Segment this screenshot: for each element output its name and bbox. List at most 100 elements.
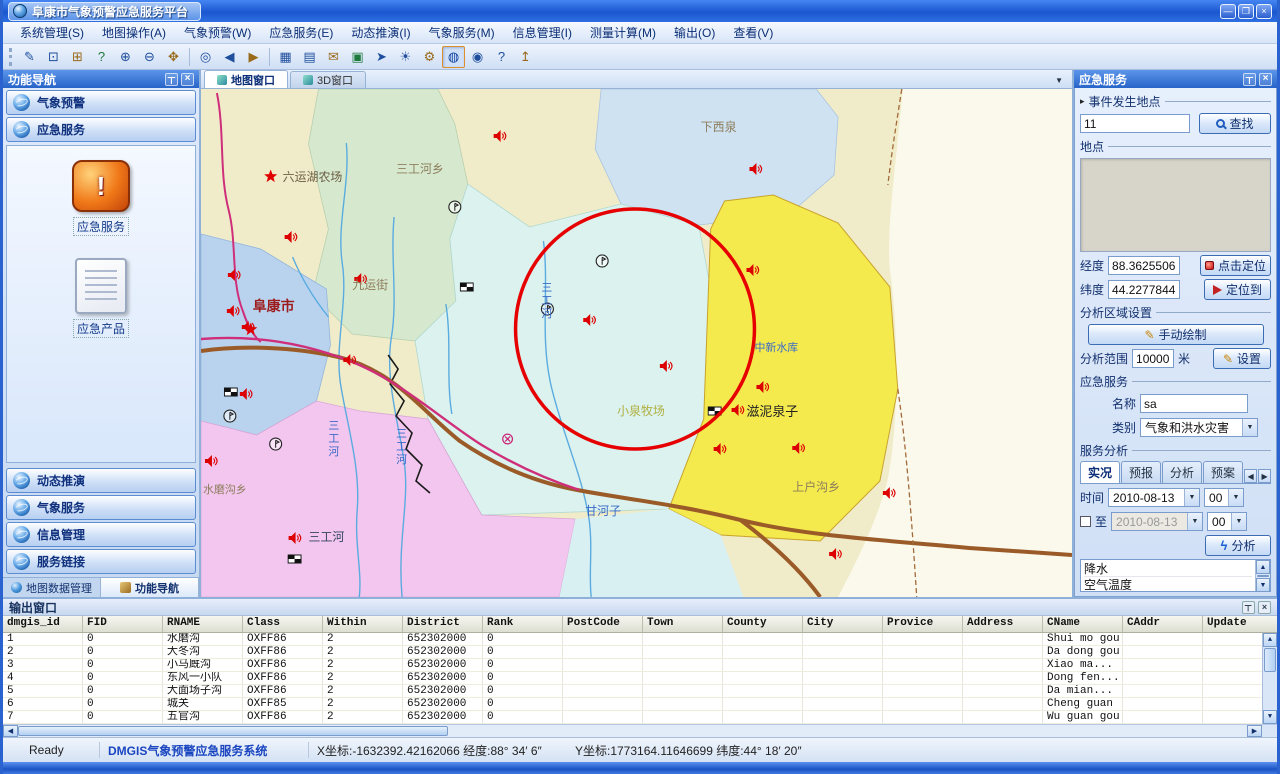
export-tool[interactable]: ↥ <box>514 46 537 68</box>
table-row[interactable]: 70五官沟OXFF8626523020000Wu guan gou <box>3 711 1277 724</box>
table-row[interactable]: 40东风一小队OXFF8626523020000Dong fen... <box>3 672 1277 685</box>
tab-analysis[interactable]: 分析 <box>1162 461 1202 483</box>
identify-tool[interactable]: ? <box>90 46 113 68</box>
table-row[interactable]: 60城关OXFF8526523020000Cheng guan <box>3 698 1277 711</box>
scroll-left-icon[interactable]: ◀ <box>3 725 18 737</box>
scroll-thumb[interactable] <box>1264 648 1276 672</box>
service-type-select[interactable]: 气象和洪水灾害 ▼ <box>1140 418 1258 437</box>
map-image-tool[interactable]: ▦ <box>274 46 297 68</box>
longitude-input[interactable] <box>1108 256 1180 275</box>
pin-icon[interactable]: ⊥ <box>165 73 178 86</box>
emergency-analysis-tool[interactable]: ◍ <box>442 46 465 68</box>
menu-weather-warning[interactable]: 气象预警(W) <box>175 22 260 43</box>
scroll-thumb[interactable] <box>18 726 448 736</box>
minimize-button[interactable]: — <box>1220 4 1236 19</box>
mail-tool[interactable]: ✉ <box>322 46 345 68</box>
menu-map-operations[interactable]: 地图操作(A) <box>93 22 175 43</box>
column-header[interactable]: Within <box>323 616 403 632</box>
tab-plan[interactable]: 预案 <box>1203 461 1243 483</box>
column-header[interactable]: Town <box>643 616 723 632</box>
nav-service-links[interactable]: 服务链接 <box>6 549 196 574</box>
scroll-up-icon[interactable]: ▲ <box>1256 560 1270 574</box>
time-date-picker[interactable]: 2010-08-13 ▼ <box>1108 488 1200 507</box>
event-location-input[interactable] <box>1080 114 1190 133</box>
weather-station-marker[interactable] <box>224 410 236 422</box>
launch-emergency-service[interactable]: !应急服务 <box>72 160 130 236</box>
to-hour-picker[interactable]: 00 ▼ <box>1207 512 1247 531</box>
label-tool[interactable]: ☀ <box>394 46 417 68</box>
to-checkbox[interactable] <box>1080 516 1091 527</box>
close-icon[interactable]: × <box>1259 73 1272 86</box>
column-header[interactable]: dmgis_id <box>3 616 83 632</box>
nav-weather-warning[interactable]: 气象预警 <box>6 90 196 115</box>
pin-icon[interactable]: ⊥ <box>1242 601 1255 614</box>
flag-marker[interactable] <box>460 283 473 291</box>
table-row[interactable]: 20大冬沟OXFF8626523020000Da dong gou <box>3 646 1277 659</box>
column-header[interactable]: CAddr <box>1123 616 1203 632</box>
locate-by-click-button[interactable]: 点击定位 <box>1200 255 1271 276</box>
table-row[interactable]: 10水磨沟OXFF8626523020000Shui mo gou <box>3 633 1277 646</box>
table-row[interactable]: 30小马厩沟OXFF8626523020000Xiao ma... <box>3 659 1277 672</box>
zoom-in-tool[interactable]: ⊕ <box>114 46 137 68</box>
settings-tool[interactable]: ⚙ <box>418 46 441 68</box>
close-button[interactable]: × <box>1256 4 1272 19</box>
column-header[interactable]: Provice <box>883 616 963 632</box>
nav-weather-service[interactable]: 气象服务 <box>6 495 196 520</box>
scroll-thumb[interactable] <box>1257 575 1269 577</box>
weather-station-marker[interactable] <box>270 438 282 450</box>
eye-tool[interactable]: ◉ <box>466 46 489 68</box>
column-header[interactable]: Rank <box>483 616 563 632</box>
column-header[interactable]: FID <box>83 616 163 632</box>
column-header[interactable]: RNAME <box>163 616 243 632</box>
scroll-up-icon[interactable]: ▲ <box>1263 633 1277 647</box>
menu-dynamic-deduction[interactable]: 动态推演(I) <box>342 22 419 43</box>
close-icon[interactable]: × <box>181 73 194 86</box>
chevron-down-icon[interactable]: ▼ <box>1055 76 1069 88</box>
menu-info-management[interactable]: 信息管理(I) <box>504 22 581 43</box>
close-icon[interactable]: × <box>1258 601 1271 614</box>
column-header[interactable]: CName <box>1043 616 1123 632</box>
tab-forecast[interactable]: 预报 <box>1121 461 1161 483</box>
table-vertical-scrollbar[interactable]: ▲ ▼ <box>1262 633 1277 724</box>
range-input[interactable] <box>1132 349 1174 368</box>
help-tool[interactable]: ? <box>490 46 513 68</box>
menu-weather-service[interactable]: 气象服务(M) <box>420 22 504 43</box>
menu-view-menu[interactable]: 查看(V) <box>724 22 782 43</box>
print-tool[interactable]: ▣ <box>346 46 369 68</box>
set-range-button[interactable]: ✎ 设置 <box>1213 348 1271 369</box>
launch-emergency-product[interactable]: 应急产品 <box>73 258 129 338</box>
tab-3d-window[interactable]: 3D窗口 <box>290 71 366 88</box>
locate-to-button[interactable]: 定位到 <box>1204 279 1271 300</box>
layers-tool[interactable]: ▤ <box>298 46 321 68</box>
menu-measure-calc[interactable]: 测量计算(M) <box>581 22 665 43</box>
nav-emergency-service[interactable]: 应急服务 <box>6 117 196 142</box>
tab-scroll-left-icon[interactable]: ◀ <box>1244 469 1257 483</box>
tab-scroll-right-icon[interactable]: ▶ <box>1258 469 1271 483</box>
column-header[interactable]: County <box>723 616 803 632</box>
table-horizontal-scrollbar[interactable]: ◀ ▶ <box>3 724 1277 737</box>
prev-extent-tool[interactable]: ◀ <box>218 46 241 68</box>
nav-dynamic-deduction[interactable]: 动态推演 <box>6 468 196 493</box>
list-scrollbar[interactable]: ▲ ▼ <box>1255 560 1270 591</box>
full-extent-tool[interactable]: ◎ <box>194 46 217 68</box>
nav-info-management[interactable]: 信息管理 <box>6 522 196 547</box>
pin-icon[interactable]: ⊥ <box>1243 73 1256 86</box>
edit-tool[interactable]: ✎ <box>18 46 41 68</box>
scroll-down-icon[interactable]: ▼ <box>1256 578 1270 592</box>
scroll-right-icon[interactable]: ▶ <box>1247 725 1262 737</box>
time-hour-picker[interactable]: 00 ▼ <box>1204 488 1244 507</box>
column-header[interactable]: District <box>403 616 483 632</box>
weather-element-item[interactable]: 空气温度 <box>1084 577 1252 591</box>
map-canvas[interactable]: 六运湖农场三工河乡下西泉阜康市九运街滋泥泉子中新水库小泉牧场上户沟乡甘河子三工河… <box>201 89 1072 597</box>
to-date-picker[interactable]: 2010-08-13 ▼ <box>1111 512 1203 531</box>
pointer-tool[interactable]: ➤ <box>370 46 393 68</box>
column-header[interactable]: City <box>803 616 883 632</box>
column-header[interactable]: PostCode <box>563 616 643 632</box>
tab-map-data-management[interactable]: 地图数据管理 <box>3 578 101 597</box>
menu-system-management[interactable]: 系统管理(S) <box>11 22 93 43</box>
analyze-button[interactable]: ϟ 分析 <box>1205 535 1271 556</box>
column-header[interactable]: Address <box>963 616 1043 632</box>
next-extent-tool[interactable]: ▶ <box>242 46 265 68</box>
table-row[interactable]: 50大面场子沟OXFF8626523020000Da mian... <box>3 685 1277 698</box>
flag-marker[interactable] <box>224 388 237 396</box>
